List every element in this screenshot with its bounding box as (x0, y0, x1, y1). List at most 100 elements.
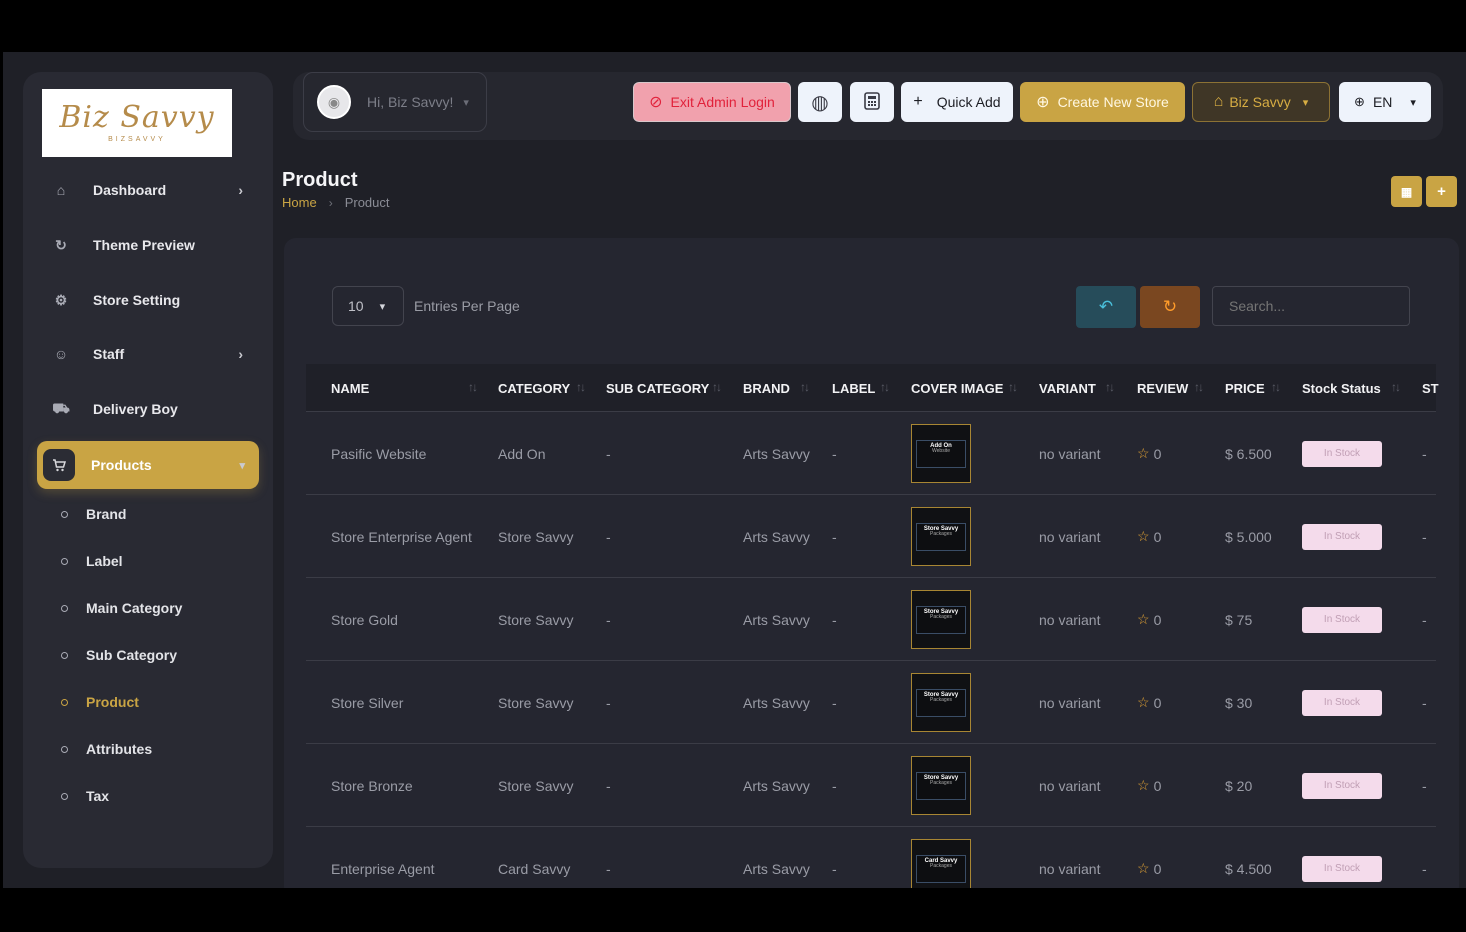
sidebar-item-theme-preview[interactable]: ↻ Theme Preview (39, 222, 257, 268)
cover-image-thumbnail[interactable]: Store Savvy Packages (911, 673, 971, 732)
cart-icon (43, 449, 75, 481)
reset-button[interactable]: ↶ (1076, 286, 1136, 328)
column-header-review[interactable]: REVIEW (1137, 364, 1188, 412)
submenu-item-main-category[interactable]: Main Category (61, 598, 182, 618)
column-header-status[interactable]: ST (1422, 364, 1439, 412)
column-header-label[interactable]: LABEL (832, 364, 875, 412)
column-header-stock-status[interactable]: Stock Status (1302, 364, 1381, 412)
submenu-item-tax[interactable]: Tax (61, 786, 109, 806)
sidebar-item-label: Dashboard (93, 182, 167, 198)
sort-icon[interactable]: ↑↓ (1391, 380, 1401, 394)
sort-icon[interactable]: ↑↓ (712, 380, 722, 394)
create-new-store-button[interactable]: ⊕ Create New Store (1020, 82, 1185, 122)
sort-icon[interactable]: ↑↓ (880, 380, 890, 394)
sort-icon[interactable]: ↑↓ (1194, 380, 1204, 394)
cover-image-thumbnail[interactable]: Store Savvy Packages (911, 590, 971, 649)
sidebar-item-delivery-boy[interactable]: ⛟ Delivery Boy (39, 386, 257, 432)
cell-variant: no variant (1039, 694, 1101, 711)
column-header-category[interactable]: CATEGORY (498, 364, 570, 412)
cell-label: - (832, 445, 837, 462)
sort-icon[interactable]: ↑↓ (468, 380, 478, 394)
submenu-item-product[interactable]: Product (61, 692, 139, 712)
app-screen: Biz Savvy BIZSAVVY ⌂ Dashboard › ↻ Theme… (3, 52, 1466, 888)
entries-per-page-select[interactable]: 10 ▾ (332, 286, 404, 326)
table-row[interactable]: Store Gold Store Savvy - Arts Savvy - St… (306, 578, 1436, 661)
grid-icon: ▦ (1400, 184, 1413, 199)
column-header-cover-image[interactable]: COVER IMAGE (911, 364, 1003, 412)
entries-per-page-label: Entries Per Page (414, 298, 520, 314)
search-input[interactable] (1212, 286, 1410, 326)
cell-cover-image: Card Savvy Packages (911, 827, 971, 888)
column-header-name[interactable]: NAME (331, 364, 369, 412)
cell-category: Store Savvy (498, 611, 574, 628)
cell-category: Store Savvy (498, 694, 574, 711)
column-header-variant[interactable]: VARIANT (1039, 364, 1096, 412)
column-header-sub-category[interactable]: SUB CATEGORY (606, 364, 709, 412)
stock-status-badge: In Stock (1302, 689, 1382, 716)
sidebar-item-store-setting[interactable]: ⚙ Store Setting (39, 277, 257, 323)
exit-admin-login-button[interactable]: ⊘ Exit Admin Login (633, 82, 791, 122)
cell-price: $ 5.000 (1225, 528, 1272, 545)
submenu-item-label[interactable]: Label (61, 551, 123, 571)
cell-sub-category: - (606, 445, 611, 462)
cell-review: ☆ 0 (1137, 495, 1161, 578)
cell-variant: no variant (1039, 777, 1101, 794)
table-row[interactable]: Store Silver Store Savvy - Arts Savvy - … (306, 661, 1436, 744)
cell-cover-image: Add On Website (911, 412, 971, 495)
cell-category: Add On (498, 445, 546, 462)
table-body: Pasific Website Add On - Arts Savvy - Ad… (306, 412, 1436, 888)
sidebar-item-dashboard[interactable]: ⌂ Dashboard › (39, 167, 257, 213)
cover-image-thumbnail[interactable]: Store Savvy Packages (911, 756, 971, 815)
submenu-item-sub-category[interactable]: Sub Category (61, 645, 177, 665)
table-row[interactable]: Store Enterprise Agent Store Savvy - Art… (306, 495, 1436, 578)
bullet-icon (61, 792, 68, 800)
product-table: NAME ↑↓ CATEGORY ↑↓ SUB CATEGORY ↑↓ BRAN… (306, 364, 1439, 888)
sort-icon[interactable]: ↑↓ (800, 380, 810, 394)
cell-status: - (1422, 445, 1427, 462)
cell-name[interactable]: Enterprise Agent (331, 827, 435, 888)
sort-icon[interactable]: ↑↓ (576, 380, 586, 394)
cell-sub-category: - (606, 611, 611, 628)
ban-icon: ⊘ (649, 94, 663, 111)
submenu-item-brand[interactable]: Brand (61, 504, 126, 524)
cell-stock-status: In Stock (1302, 495, 1382, 578)
cover-image-thumbnail[interactable]: Card Savvy Packages (911, 839, 971, 888)
website-button[interactable]: ◍ (798, 82, 842, 122)
pos-button[interactable] (850, 82, 894, 122)
sort-icon[interactable]: ↑↓ (1271, 380, 1281, 394)
stock-status-badge: In Stock (1302, 772, 1382, 799)
table-row[interactable]: Store Bronze Store Savvy - Arts Savvy - … (306, 744, 1436, 827)
refresh-button[interactable]: ↻ (1140, 286, 1200, 328)
sort-icon[interactable]: ↑↓ (1105, 380, 1115, 394)
brand-logo[interactable]: Biz Savvy BIZSAVVY (42, 89, 232, 157)
column-header-price[interactable]: PRICE (1225, 364, 1265, 412)
quick-add-button[interactable]: + Quick Add (901, 82, 1013, 122)
profile-dropdown[interactable]: ◉ Hi, Biz Savvy! ▾ (303, 72, 487, 132)
cover-image-thumbnail[interactable]: Add On Website (911, 424, 971, 483)
cell-name[interactable]: Store Silver (331, 661, 403, 744)
calculator-icon (863, 91, 881, 114)
cell-brand: Arts Savvy (743, 860, 810, 877)
table-row[interactable]: Pasific Website Add On - Arts Savvy - Ad… (306, 412, 1436, 495)
table-row[interactable]: Enterprise Agent Card Savvy - Arts Savvy… (306, 827, 1436, 888)
breadcrumb-home-link[interactable]: Home (282, 195, 317, 210)
cell-stock-status: In Stock (1302, 661, 1382, 744)
cover-image-thumbnail[interactable]: Store Savvy Packages (911, 507, 971, 566)
add-product-button[interactable]: + (1426, 176, 1457, 207)
cell-cover-image: Store Savvy Packages (911, 495, 971, 578)
cell-sub-category: - (606, 777, 611, 794)
entries-value: 10 (348, 298, 364, 314)
grid-view-button[interactable]: ▦ (1391, 176, 1422, 207)
sort-icon[interactable]: ↑↓ (1008, 380, 1018, 394)
store-switcher-dropdown[interactable]: ⌂ Biz Savvy ▾ (1192, 82, 1330, 122)
cell-status: - (1422, 777, 1427, 794)
sidebar-item-staff[interactable]: ☺ Staff › (39, 331, 257, 377)
cell-name[interactable]: Store Bronze (331, 744, 413, 827)
cell-name[interactable]: Pasific Website (331, 412, 426, 495)
cell-name[interactable]: Store Enterprise Agent (331, 495, 472, 578)
cell-name[interactable]: Store Gold (331, 578, 398, 661)
submenu-item-attributes[interactable]: Attributes (61, 739, 152, 759)
column-header-brand[interactable]: BRAND (743, 364, 790, 412)
sidebar-item-products[interactable]: Products ▾ (37, 441, 259, 489)
language-dropdown[interactable]: ⊕ EN ▾ (1339, 82, 1431, 122)
